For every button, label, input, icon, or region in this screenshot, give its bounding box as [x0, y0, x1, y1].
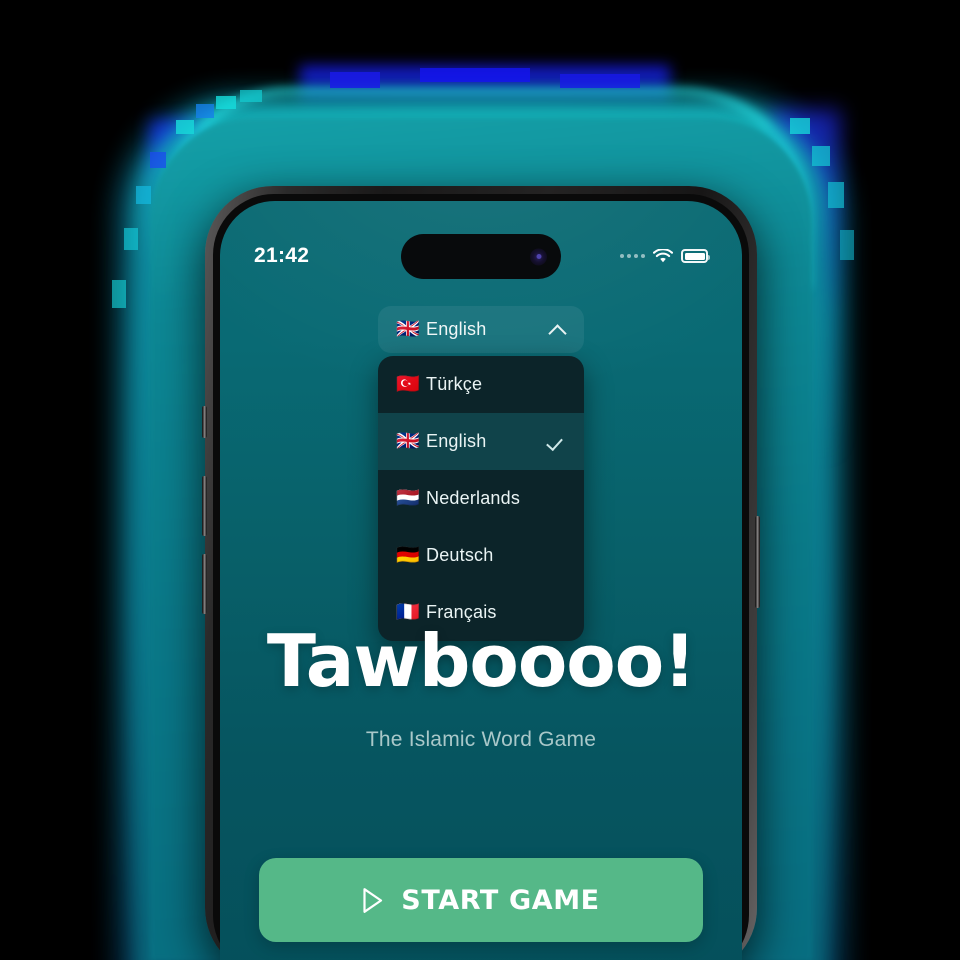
- language-dropdown[interactable]: 🇹🇷 Türkçe 🇬🇧 English 🇳🇱 Nederlands 🇩🇪 De…: [378, 356, 584, 641]
- glow-speck: [330, 72, 380, 88]
- glow-speck: [828, 182, 844, 208]
- glow-speck: [196, 104, 214, 118]
- phone-screen: 21:42 🇬🇧 English 🇹🇷 Türkçe 🇬🇧 English 🇳🇱…: [220, 201, 742, 960]
- glow-speck: [112, 280, 126, 308]
- app-title: Tawboooo!: [266, 619, 696, 703]
- dropdown-item-label: Nederlands: [426, 488, 521, 508]
- battery-full-icon: [681, 249, 710, 263]
- dropdown-item-turkce[interactable]: 🇹🇷 Türkçe: [378, 356, 584, 413]
- volume-up-button[interactable]: [202, 476, 207, 536]
- flag-icon-gb: 🇬🇧: [396, 431, 420, 452]
- glow-speck: [240, 90, 262, 102]
- dropdown-item-label: Türkçe: [426, 374, 483, 394]
- silent-switch-button[interactable]: [202, 406, 207, 438]
- dropdown-item-label: Deutsch: [426, 545, 494, 565]
- play-icon: [362, 887, 384, 914]
- phone-frame: 21:42 🇬🇧 English 🇹🇷 Türkçe 🇬🇧 English 🇳🇱…: [202, 186, 760, 960]
- status-icons: [620, 248, 710, 264]
- front-camera-lens: [530, 248, 547, 265]
- flag-icon-tr: 🇹🇷: [396, 374, 420, 395]
- dropdown-item-english[interactable]: 🇬🇧 English: [378, 413, 584, 470]
- start-game-button[interactable]: START GAME: [259, 858, 703, 942]
- screenshot-canvas: 21:42 🇬🇧 English 🇹🇷 Türkçe 🇬🇧 English 🇳🇱…: [0, 0, 960, 960]
- glow-speck: [216, 96, 236, 109]
- flag-icon-de: 🇩🇪: [396, 545, 420, 566]
- signal-dots-icon: [620, 254, 645, 258]
- glow-speck: [176, 120, 194, 134]
- glow-speck: [124, 228, 138, 250]
- status-clock: 21:42: [254, 244, 310, 267]
- phone-glow-blue-top: [300, 66, 670, 112]
- glow-speck: [790, 118, 810, 134]
- dropdown-item-label: English: [426, 431, 487, 451]
- glow-speck: [840, 230, 854, 260]
- glow-speck: [150, 152, 166, 168]
- dropdown-item-deutsch[interactable]: 🇩🇪 Deutsch: [378, 527, 584, 584]
- volume-down-button[interactable]: [202, 554, 207, 614]
- start-game-label: START GAME: [401, 884, 600, 916]
- flag-icon-gb: 🇬🇧: [396, 319, 420, 340]
- chevron-up-icon[interactable]: [550, 322, 566, 338]
- glow-speck: [812, 146, 830, 166]
- power-button[interactable]: [755, 516, 760, 608]
- dropdown-item-nederlands[interactable]: 🇳🇱 Nederlands: [378, 470, 584, 527]
- app-subtitle: The Islamic Word Game: [365, 728, 597, 751]
- language-selector-label: English: [426, 319, 487, 339]
- wifi-icon: [653, 248, 673, 262]
- language-selector-button[interactable]: 🇬🇧 English: [378, 306, 584, 353]
- flag-icon-nl: 🇳🇱: [396, 488, 420, 509]
- check-icon: [549, 433, 566, 450]
- dynamic-island: [401, 234, 561, 279]
- glow-speck: [420, 68, 530, 82]
- glow-speck: [560, 74, 640, 88]
- glow-speck: [136, 186, 151, 204]
